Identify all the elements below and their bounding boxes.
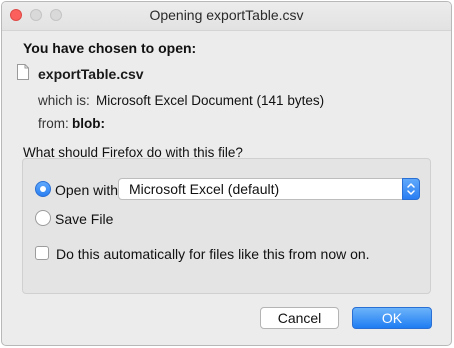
save-file-radio[interactable] (35, 210, 51, 226)
open-with-label[interactable]: Open with (55, 182, 118, 198)
from-label: from: (38, 116, 69, 131)
file-name: exportTable.csv (38, 66, 144, 82)
up-down-chevron-icon[interactable] (402, 178, 420, 200)
ok-button[interactable]: OK (352, 307, 432, 329)
application-select[interactable]: Microsoft Excel (default) (118, 178, 420, 200)
dialog-heading: You have chosen to open: (23, 40, 197, 56)
window-title: Opening exportTable.csv (149, 7, 304, 23)
source-value: blob: (72, 116, 105, 131)
auto-action-label[interactable]: Do this automatically for files like thi… (56, 246, 370, 262)
auto-action-checkbox[interactable] (35, 246, 49, 260)
document-icon (17, 64, 29, 80)
title-bar[interactable]: Opening exportTable.csv (2, 2, 451, 31)
application-select-value: Microsoft Excel (default) (129, 181, 280, 197)
which-is-label: which is: (38, 93, 90, 108)
file-type-value: Microsoft Excel Document (141 bytes) (96, 93, 325, 108)
save-file-label[interactable]: Save File (55, 211, 113, 227)
open-with-radio[interactable] (35, 181, 51, 197)
cancel-button[interactable]: Cancel (260, 307, 339, 329)
